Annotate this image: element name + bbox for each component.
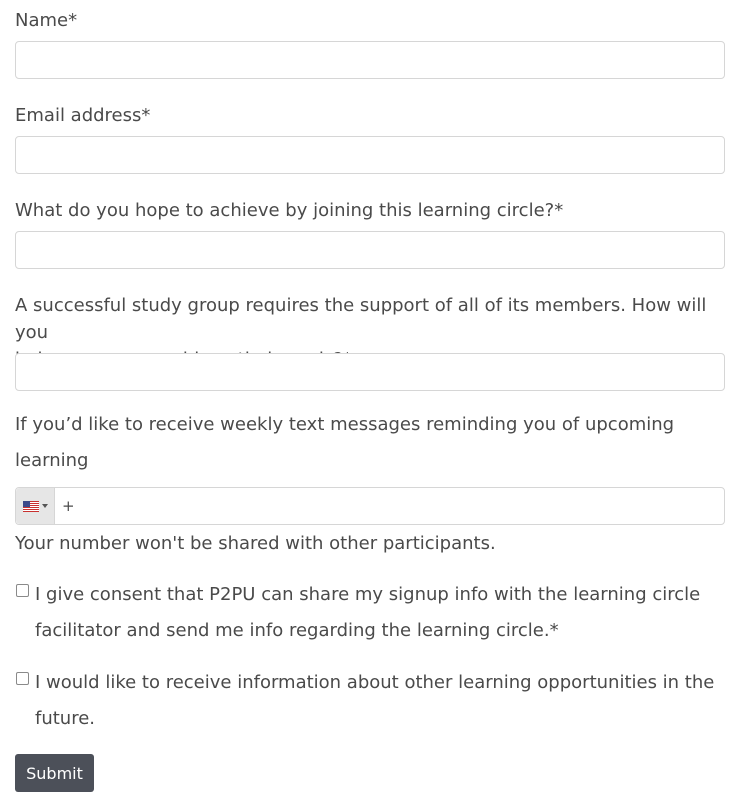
opportunities-label-line1: I would like to receive information abou…: [35, 672, 715, 693]
country-selector[interactable]: [16, 488, 55, 524]
consent-label-line1: I give consent that P2PU can share my si…: [35, 584, 701, 605]
name-field-wrapper: [15, 41, 725, 79]
opportunities-label-line2: future.: [35, 708, 96, 729]
opportunities-checkbox[interactable]: [16, 672, 29, 685]
name-label: Name*: [15, 10, 78, 31]
us-flag-icon: [22, 500, 39, 512]
phone-label-line1: If you’d like to receive weekly text mes…: [15, 414, 675, 471]
goals-input[interactable]: [16, 232, 724, 268]
phone-help-text: Your number won't be shared with other p…: [15, 533, 496, 554]
support-field-wrapper: [15, 353, 725, 391]
email-input[interactable]: [16, 137, 724, 173]
goals-field-wrapper: [15, 231, 725, 269]
email-label: Email address*: [15, 105, 151, 126]
name-input[interactable]: [16, 42, 724, 78]
phone-field-wrapper: [15, 487, 725, 525]
submit-button[interactable]: Submit: [15, 754, 94, 792]
consent-label-line2: facilitator and send me info regarding t…: [35, 620, 559, 641]
support-input[interactable]: [16, 354, 724, 390]
chevron-down-icon: [41, 504, 48, 508]
consent-label: I give consent that P2PU can share my si…: [35, 577, 715, 649]
goals-label: What do you hope to achieve by joining t…: [15, 200, 564, 221]
email-field-wrapper: [15, 136, 725, 174]
consent-checkbox[interactable]: [16, 584, 29, 597]
support-label-line1: A successful study group requires the su…: [15, 295, 707, 343]
opportunities-label: I would like to receive information abou…: [35, 665, 715, 737]
phone-input[interactable]: [55, 488, 724, 524]
